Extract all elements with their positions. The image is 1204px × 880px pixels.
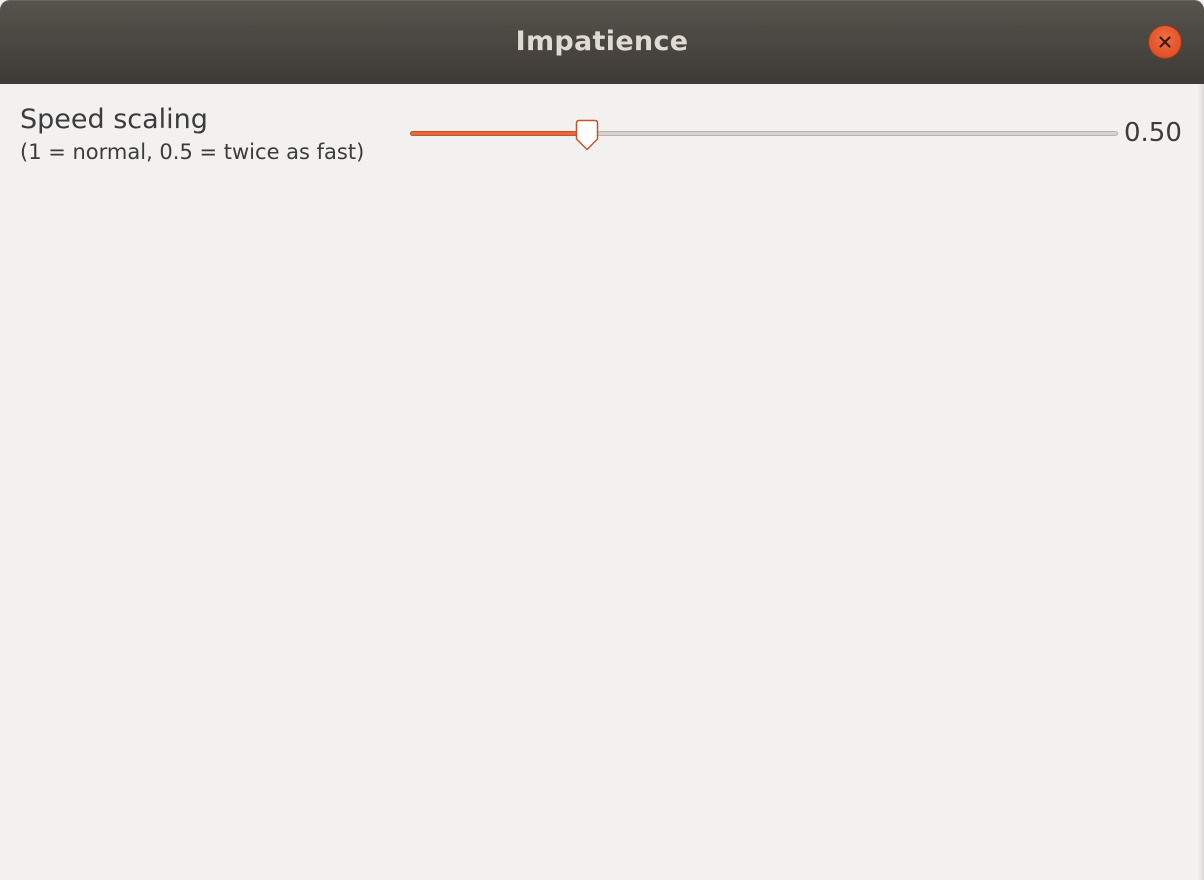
speed-scaling-hint: (1 = normal, 0.5 = twice as fast) xyxy=(20,140,365,164)
speed-scaling-label: Speed scaling xyxy=(20,104,208,135)
preferences-window: Impatience Speed scaling (1 = normal, 0.… xyxy=(0,0,1204,880)
window-border xyxy=(1198,84,1204,880)
speed-scaling-slider[interactable] xyxy=(410,116,1118,152)
speed-scaling-value: 0.50 xyxy=(1124,118,1182,148)
window-title: Impatience xyxy=(515,26,689,57)
slider-fill xyxy=(410,131,587,136)
title-bar[interactable]: Impatience xyxy=(0,0,1204,84)
close-button[interactable] xyxy=(1149,26,1181,58)
close-icon xyxy=(1159,36,1171,48)
slider-handle[interactable] xyxy=(575,119,599,151)
